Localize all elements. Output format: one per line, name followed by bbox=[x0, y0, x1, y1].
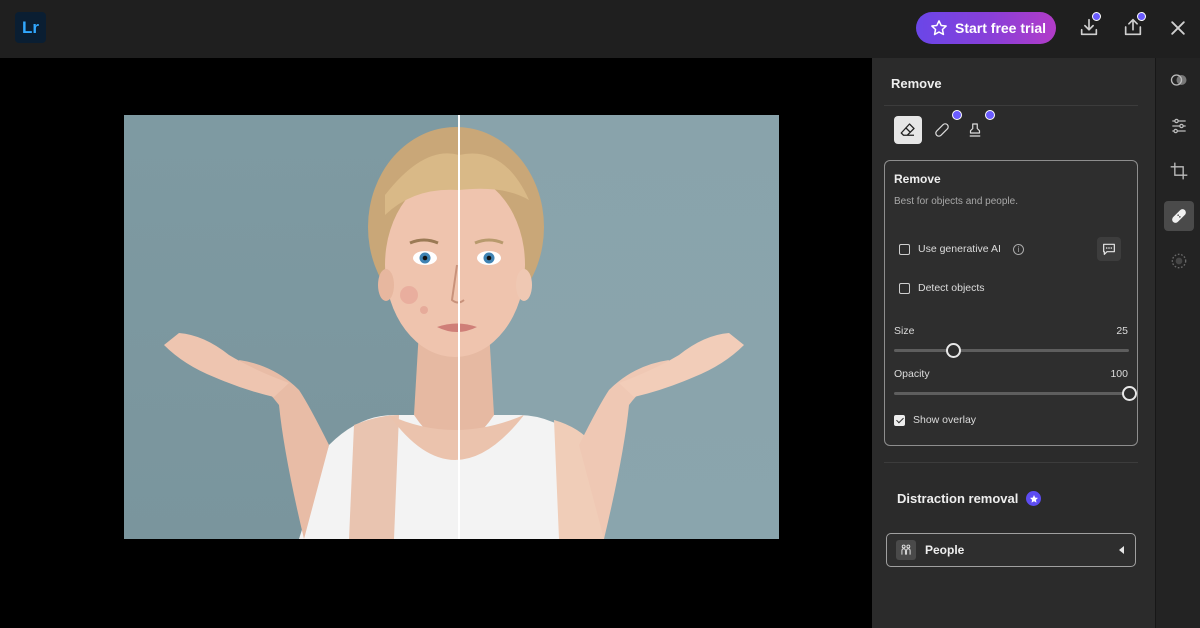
download-icon[interactable] bbox=[1078, 12, 1102, 40]
top-bar: Lr Start free trial bbox=[0, 0, 1200, 58]
eraser-icon bbox=[900, 123, 915, 136]
crop-icon bbox=[1170, 162, 1188, 180]
photo-canvas[interactable] bbox=[0, 58, 872, 628]
share-badge bbox=[1137, 12, 1146, 21]
lightroom-logo: Lr bbox=[15, 12, 46, 43]
info-icon[interactable]: i bbox=[1012, 243, 1024, 255]
bandage-icon bbox=[935, 123, 949, 137]
size-slider-track[interactable] bbox=[894, 343, 1129, 358]
remove-panel: Remove Remove Best for objects and peopl… bbox=[872, 58, 1155, 628]
people-icon bbox=[896, 540, 916, 560]
edit-tools-rail bbox=[1155, 58, 1200, 628]
size-label: Size bbox=[894, 325, 915, 337]
panel-title: Remove bbox=[891, 76, 942, 91]
presets-button[interactable] bbox=[1164, 65, 1194, 95]
people-label: People bbox=[925, 543, 965, 557]
distraction-removal-heading: Distraction removal bbox=[897, 491, 1042, 506]
photo-before-after[interactable] bbox=[124, 115, 779, 539]
size-value: 25 bbox=[1116, 325, 1128, 337]
feedback-button[interactable] bbox=[1097, 237, 1121, 261]
clone-tool-button[interactable] bbox=[961, 110, 995, 144]
eraser-tool-button[interactable] bbox=[894, 116, 922, 144]
masking-button[interactable] bbox=[1164, 246, 1194, 276]
star-icon bbox=[931, 20, 947, 36]
download-badge bbox=[1092, 12, 1101, 21]
woman-portrait-image bbox=[164, 127, 744, 539]
detect-objects-row[interactable]: Detect objects bbox=[899, 282, 985, 294]
share-icon[interactable] bbox=[1122, 12, 1146, 40]
generative-ai-checkbox[interactable] bbox=[899, 243, 910, 255]
size-slider-thumb[interactable] bbox=[945, 343, 961, 358]
opacity-label: Opacity bbox=[894, 368, 930, 380]
remove-settings-card: Remove Best for objects and people. Use … bbox=[884, 160, 1138, 446]
distraction-removal-title: Distraction removal bbox=[897, 491, 1019, 506]
heal-tool-button[interactable] bbox=[928, 110, 962, 144]
caret-left-icon bbox=[1119, 546, 1124, 554]
opacity-value: 100 bbox=[1110, 368, 1128, 380]
adjustments-button[interactable] bbox=[1164, 111, 1194, 141]
start-free-trial-label: Start free trial bbox=[955, 20, 1047, 36]
start-free-trial-button[interactable]: Start free trial bbox=[916, 12, 1056, 44]
people-removal-button[interactable]: People bbox=[886, 533, 1136, 567]
masking-icon bbox=[1171, 253, 1187, 269]
opacity-slider-track[interactable] bbox=[894, 386, 1137, 401]
panel-divider bbox=[884, 105, 1138, 106]
sliders-icon bbox=[1172, 118, 1186, 134]
chat-icon bbox=[1103, 243, 1115, 255]
stamp-icon bbox=[969, 123, 981, 137]
section-divider bbox=[884, 462, 1138, 463]
bandage-icon bbox=[1172, 209, 1186, 223]
clone-tool-badge bbox=[985, 110, 995, 120]
premium-star-icon bbox=[1026, 491, 1042, 506]
remove-tool-button[interactable] bbox=[1164, 201, 1194, 231]
detect-objects-checkbox[interactable] bbox=[899, 282, 910, 294]
close-icon[interactable] bbox=[1168, 18, 1192, 42]
remove-card-subtitle: Best for objects and people. bbox=[894, 196, 1018, 207]
opacity-slider-thumb[interactable] bbox=[1122, 386, 1137, 401]
detect-objects-label: Detect objects bbox=[918, 282, 985, 294]
before-after-divider[interactable] bbox=[458, 115, 460, 539]
generative-ai-row[interactable]: Use generative AI i bbox=[899, 243, 1024, 255]
presets-icon bbox=[1170, 74, 1187, 86]
show-overlay-row[interactable]: Show overlay bbox=[894, 414, 976, 426]
show-overlay-label: Show overlay bbox=[913, 414, 977, 426]
remove-card-title: Remove bbox=[894, 172, 941, 186]
generative-ai-label: Use generative AI bbox=[918, 243, 1001, 255]
crop-button[interactable] bbox=[1164, 156, 1194, 186]
show-overlay-checkbox[interactable] bbox=[894, 414, 905, 426]
